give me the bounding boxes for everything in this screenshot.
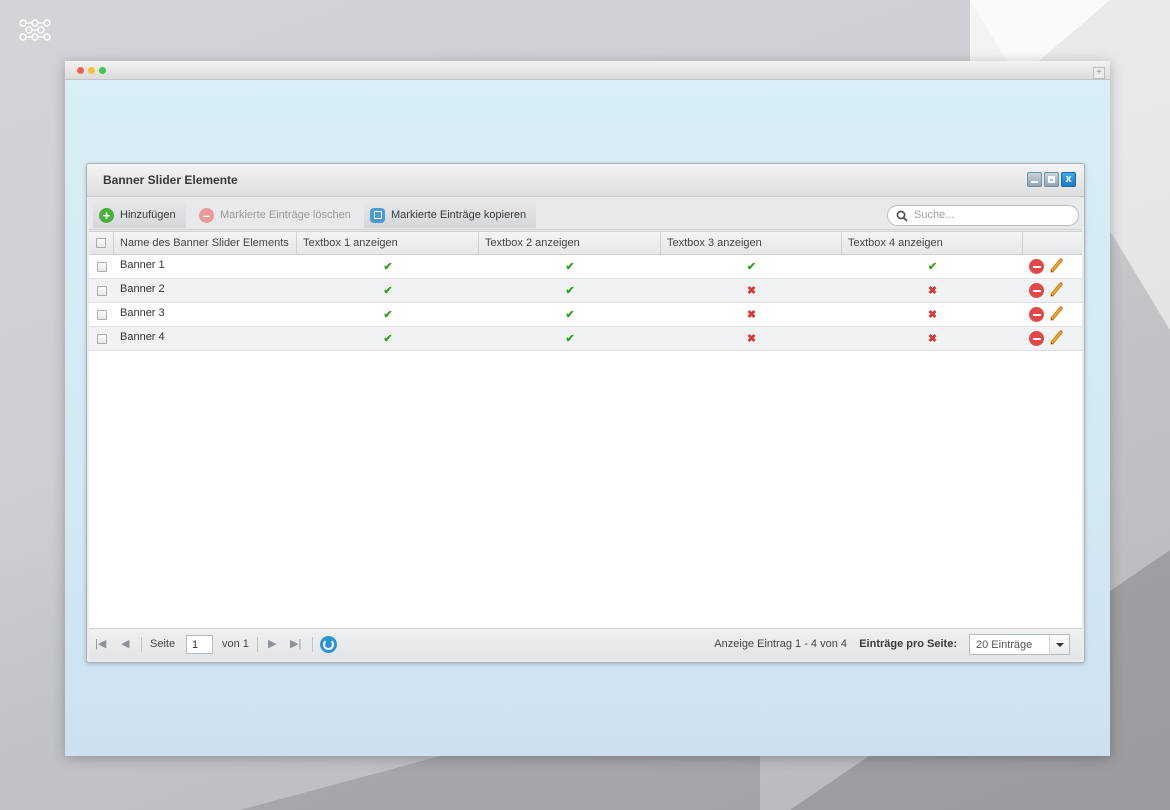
column-header-textbox3[interactable]: Textbox 3 anzeigen [661,232,842,254]
close-icon[interactable]: x [1061,172,1076,187]
banner-name: Banner 1 [120,259,165,271]
row-checkbox[interactable] [96,285,107,296]
pagination-bar: |◀ ◀ Seite von 1 ▶ ▶| Anzeige Eintrag 1 … [89,628,1082,660]
edit-pencil-icon[interactable] [1050,281,1064,300]
check-icon: ✔ [565,309,575,321]
row-actions [1023,303,1082,326]
browser-window: + Banner Slider Elemente x + Hinzufügen … [65,61,1110,756]
row-checkbox-cell[interactable] [89,279,114,302]
row-checkbox-cell[interactable] [89,255,114,278]
browser-title-bar: + [65,61,1110,80]
entries-info: Anzeige Eintrag 1 - 4 von 4 [714,638,847,650]
page-number-input[interactable] [186,635,213,654]
window-title: Banner Slider Elemente [103,173,238,187]
separator [257,637,258,652]
copy-icon [370,207,385,223]
table-row[interactable]: Banner 1 ✔ ✔ ✔ ✔ [89,255,1082,279]
minimize-window-icon[interactable] [88,67,95,74]
check-icon: ✔ [565,285,575,297]
minimize-icon[interactable] [1027,172,1042,187]
last-page-icon[interactable]: ▶| [290,637,301,650]
cross-icon: ✖ [746,333,757,345]
edit-pencil-icon[interactable] [1050,329,1064,348]
refresh-icon[interactable] [320,636,337,653]
cross-icon: ✖ [927,309,938,321]
minus-icon: – [199,207,214,223]
check-icon: ✔ [927,261,938,273]
plus-icon: + [99,207,114,223]
check-icon: ✔ [746,261,757,273]
column-header-textbox4[interactable]: Textbox 4 anzeigen [842,232,1023,254]
banner-name: Banner 2 [120,283,165,295]
row-actions [1023,327,1082,350]
cross-icon: ✖ [746,309,757,321]
new-tab-icon[interactable]: + [1093,67,1105,79]
select-all-checkbox-cell[interactable] [89,232,114,254]
row-actions [1023,255,1082,278]
column-header-name[interactable]: Name des Banner Slider Elements [114,232,297,254]
add-button[interactable]: + Hinzufügen [93,202,186,228]
window-controls: x [1027,172,1076,187]
per-page-select[interactable]: 20 Einträge [969,634,1070,655]
table-row[interactable]: Banner 2 ✔ ✔ ✖ ✖ [89,279,1082,303]
page-label: Seite [150,638,176,650]
grid-body: Banner 1 ✔ ✔ ✔ ✔ Banner 2 ✔ ✔ ✖ ✖ Banner 3 ✔ ✔ ✖ ✖ Bann… [89,255,1082,351]
toolbar: + Hinzufügen – Markierte Einträge lösche… [89,199,1082,230]
row-checkbox[interactable] [96,261,107,272]
column-header-textbox2[interactable]: Textbox 2 anzeigen [479,232,661,254]
column-header-textbox1[interactable]: Textbox 1 anzeigen [297,232,479,254]
delete-row-icon[interactable] [1029,307,1044,322]
table-row[interactable]: Banner 3 ✔ ✔ ✖ ✖ [89,303,1082,327]
first-page-icon[interactable]: |◀ [95,637,106,650]
row-checkbox[interactable] [96,309,107,320]
check-icon: ✔ [565,333,575,345]
check-icon: ✔ [383,333,393,345]
page-count-label: von 1 [222,638,249,650]
grid-header: Name des Banner Slider Elements Textbox … [89,232,1082,255]
copy-selected-button[interactable]: Markierte Einträge kopieren [364,202,537,228]
delete-row-icon[interactable] [1029,331,1044,346]
copy-button-label: Markierte Einträge kopieren [391,209,527,221]
grid-window: Banner Slider Elemente x + Hinzufügen – … [86,163,1085,663]
delete-row-icon[interactable] [1029,259,1044,274]
chevron-down-icon[interactable] [1049,635,1069,654]
cross-icon: ✖ [746,285,757,297]
select-all-checkbox[interactable] [96,238,106,248]
check-icon: ✔ [383,285,393,297]
delete-button-label: Markierte Einträge löschen [220,209,351,221]
cross-icon: ✖ [927,333,938,345]
check-icon: ✔ [383,309,393,321]
search-box[interactable] [887,205,1079,226]
check-icon: ✔ [565,261,575,273]
edit-pencil-icon[interactable] [1050,257,1064,276]
row-checkbox-cell[interactable] [89,327,114,350]
window-title-bar[interactable]: Banner Slider Elemente x [87,164,1084,197]
add-button-label: Hinzufügen [120,209,176,221]
column-header-actions [1023,232,1082,254]
zoom-window-icon[interactable] [99,67,106,74]
app-logo-icon[interactable] [18,18,52,42]
table-row[interactable]: Banner 4 ✔ ✔ ✖ ✖ [89,327,1082,351]
separator [312,637,313,652]
row-checkbox-cell[interactable] [89,303,114,326]
banner-name: Banner 4 [120,331,165,343]
search-icon [896,210,908,222]
per-page-label: Einträge pro Seite: [859,638,957,650]
maximize-icon[interactable] [1044,172,1059,187]
search-input[interactable] [914,209,1064,221]
close-window-icon[interactable] [77,67,84,74]
data-grid: Name des Banner Slider Elements Textbox … [89,231,1082,628]
separator [141,637,142,652]
previous-page-icon[interactable]: ◀ [121,637,129,650]
edit-pencil-icon[interactable] [1050,305,1064,324]
next-page-icon[interactable]: ▶ [268,637,276,650]
row-actions [1023,279,1082,302]
check-icon: ✔ [383,261,393,273]
row-checkbox[interactable] [96,333,107,344]
per-page-value: 20 Einträge [976,639,1033,651]
delete-selected-button[interactable]: – Markierte Einträge löschen [193,202,361,228]
banner-name: Banner 3 [120,307,165,319]
cross-icon: ✖ [927,285,938,297]
delete-row-icon[interactable] [1029,283,1044,298]
